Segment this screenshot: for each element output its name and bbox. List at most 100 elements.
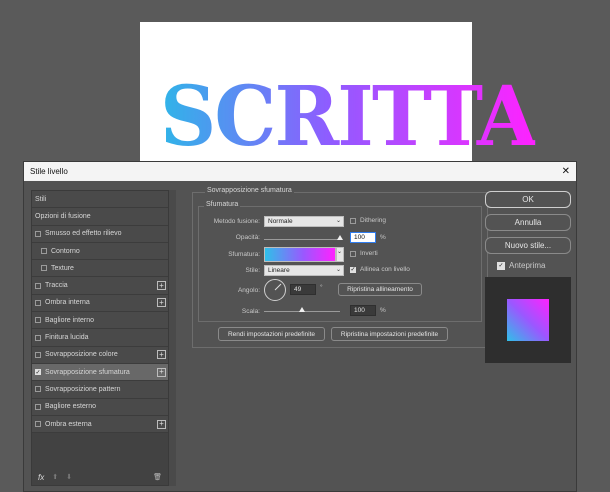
- align-option[interactable]: ✓ Allinea con livello: [350, 266, 410, 273]
- opacity-unit: %: [380, 234, 386, 241]
- style-item-content: Sovrapposizione colore: [35, 351, 118, 358]
- layer-style-dialog: Stile livello ✕ Stili Opzioni di fusione S…: [23, 161, 577, 492]
- opacity-slider[interactable]: [264, 239, 340, 240]
- style-item-content: Smusso ed effetto rilievo: [35, 230, 122, 237]
- align-checkbox[interactable]: ✓: [350, 266, 356, 273]
- chevron-down-icon: ⌄: [335, 218, 341, 224]
- style-item-checkbox[interactable]: [41, 265, 47, 272]
- styles-scrollbar[interactable]: [169, 190, 176, 486]
- cancel-button[interactable]: Annulla: [485, 214, 571, 231]
- style-item[interactable]: Sovrapposizione pattern: [32, 381, 168, 399]
- angle-input[interactable]: 49: [290, 284, 316, 295]
- style-item-content: Texture: [41, 265, 74, 272]
- opacity-slider-thumb[interactable]: [337, 235, 343, 240]
- angle-dial[interactable]: [264, 279, 286, 301]
- preview-option[interactable]: ✓ Anteprima: [497, 261, 545, 270]
- make-default-button[interactable]: Rendi impostazioni predefinite: [218, 327, 325, 341]
- add-style-icon[interactable]: +: [157, 281, 166, 291]
- trash-icon[interactable]: 🗑: [153, 473, 162, 481]
- scale-input[interactable]: 100: [350, 305, 376, 316]
- preview-swatch: [507, 299, 549, 341]
- opacity-input[interactable]: 100: [350, 232, 376, 243]
- style-item-content: Opzioni di fusione: [35, 213, 91, 220]
- style-item-label: Traccia: [45, 282, 68, 290]
- style-item-checkbox[interactable]: [35, 386, 41, 393]
- style-item-checkbox[interactable]: [35, 421, 41, 427]
- chevron-down-icon: ⌄: [335, 267, 341, 273]
- ok-button[interactable]: OK: [485, 191, 571, 208]
- invert-option[interactable]: Inverti: [350, 250, 378, 257]
- style-item-label: Opzioni di fusione: [35, 212, 91, 220]
- style-item-label: Sovrapposizione sfumatura: [45, 368, 130, 376]
- style-item[interactable]: Smusso ed effetto rilievo: [32, 225, 168, 243]
- close-icon[interactable]: ✕: [562, 166, 570, 177]
- styles-list: Stili Opzioni di fusione Smusso ed effetto…: [32, 191, 168, 434]
- style-item-checkbox[interactable]: [41, 248, 47, 255]
- gradient-swatch[interactable]: [264, 247, 336, 262]
- invert-checkbox[interactable]: [350, 250, 356, 257]
- style-item-checkbox[interactable]: [35, 282, 41, 289]
- style-item[interactable]: Finitura lucida: [32, 329, 168, 347]
- angle-label: Angolo:: [237, 287, 260, 294]
- style-item-label: Contorno: [51, 247, 80, 255]
- style-item-label: Smusso ed effetto rilievo: [45, 230, 122, 238]
- style-item-content: Ombra interna: [35, 299, 90, 306]
- style-item-checkbox[interactable]: [35, 317, 41, 324]
- style-item[interactable]: Opzioni di fusione: [32, 208, 168, 226]
- style-item-label: Sovrapposizione colore: [45, 351, 118, 359]
- style-item-content: Finitura lucida: [35, 334, 89, 341]
- style-item-checkbox[interactable]: [35, 351, 41, 358]
- gradient-picker-toggle[interactable]: ⌄: [336, 247, 344, 262]
- blend-mode-select[interactable]: Normale ⌄: [264, 216, 344, 227]
- style-item[interactable]: Contorno: [32, 242, 168, 261]
- add-style-icon[interactable]: +: [157, 419, 166, 429]
- new-style-button[interactable]: Nuovo stile...: [485, 237, 571, 254]
- style-item[interactable]: Ombra interna +: [32, 294, 168, 313]
- styles-footer: fx ⬆ ⬇ 🗑: [32, 469, 168, 485]
- style-item-label: Bagliore interno: [45, 316, 95, 324]
- align-label: Allinea con livello: [360, 266, 410, 273]
- invert-label: Inverti: [360, 250, 378, 257]
- style-item-checkbox[interactable]: [35, 230, 41, 237]
- style-item-content: Stili: [35, 196, 46, 203]
- style-item-checkbox[interactable]: [35, 334, 41, 341]
- gradient-overlay-title: Sovrapposizione sfumatura: [205, 187, 294, 194]
- style-item-checkbox[interactable]: [35, 403, 41, 410]
- style-item[interactable]: Traccia +: [32, 277, 168, 295]
- dither-label: Dithering: [360, 217, 387, 224]
- preview-checkbox[interactable]: ✓: [497, 261, 505, 270]
- style-item[interactable]: Ombra esterna +: [32, 415, 168, 434]
- scale-unit: %: [380, 307, 386, 314]
- style-item-content: Bagliore interno: [35, 317, 94, 324]
- style-select[interactable]: Lineare ⌄: [264, 265, 344, 276]
- dither-checkbox[interactable]: [350, 217, 356, 224]
- styles-panel: Stili Opzioni di fusione Smusso ed effetto…: [31, 190, 169, 486]
- fx-icon[interactable]: fx: [38, 473, 44, 482]
- add-style-icon[interactable]: +: [157, 298, 166, 308]
- style-item[interactable]: ✓ Sovrapposizione sfumatura +: [32, 363, 168, 382]
- style-item-checkbox[interactable]: ✓: [35, 369, 41, 376]
- style-item[interactable]: Bagliore interno: [32, 312, 168, 330]
- style-item-label: Sovrapposizione pattern: [45, 385, 121, 393]
- move-down-icon[interactable]: ⬇: [66, 473, 72, 481]
- add-style-icon[interactable]: +: [157, 350, 166, 360]
- style-item-checkbox[interactable]: [35, 299, 41, 306]
- style-item[interactable]: Bagliore esterno: [32, 398, 168, 416]
- scale-slider-thumb[interactable]: [299, 307, 305, 312]
- reset-align-button[interactable]: Ripristina allineamento: [338, 283, 422, 296]
- style-item-content: ✓ Sovrapposizione sfumatura: [35, 369, 130, 376]
- add-style-icon[interactable]: +: [157, 367, 166, 377]
- preview-label: Anteprima: [509, 261, 546, 270]
- document-text: SCRITTA: [160, 69, 537, 165]
- move-up-icon[interactable]: ⬆: [52, 473, 58, 481]
- style-item-content: Traccia: [35, 282, 68, 289]
- angle-dial-indicator: [274, 283, 282, 291]
- style-item[interactable]: Sovrapposizione colore +: [32, 346, 168, 364]
- chevron-down-icon: ⌄: [336, 249, 342, 255]
- preview-thumbnail: [485, 277, 571, 363]
- dither-option[interactable]: Dithering: [350, 217, 386, 224]
- style-item[interactable]: Stili: [32, 191, 168, 209]
- blend-mode-value: Normale: [268, 218, 293, 225]
- style-item[interactable]: Texture: [32, 260, 168, 278]
- reset-default-button[interactable]: Ripristina impostazioni predefinite: [331, 327, 448, 341]
